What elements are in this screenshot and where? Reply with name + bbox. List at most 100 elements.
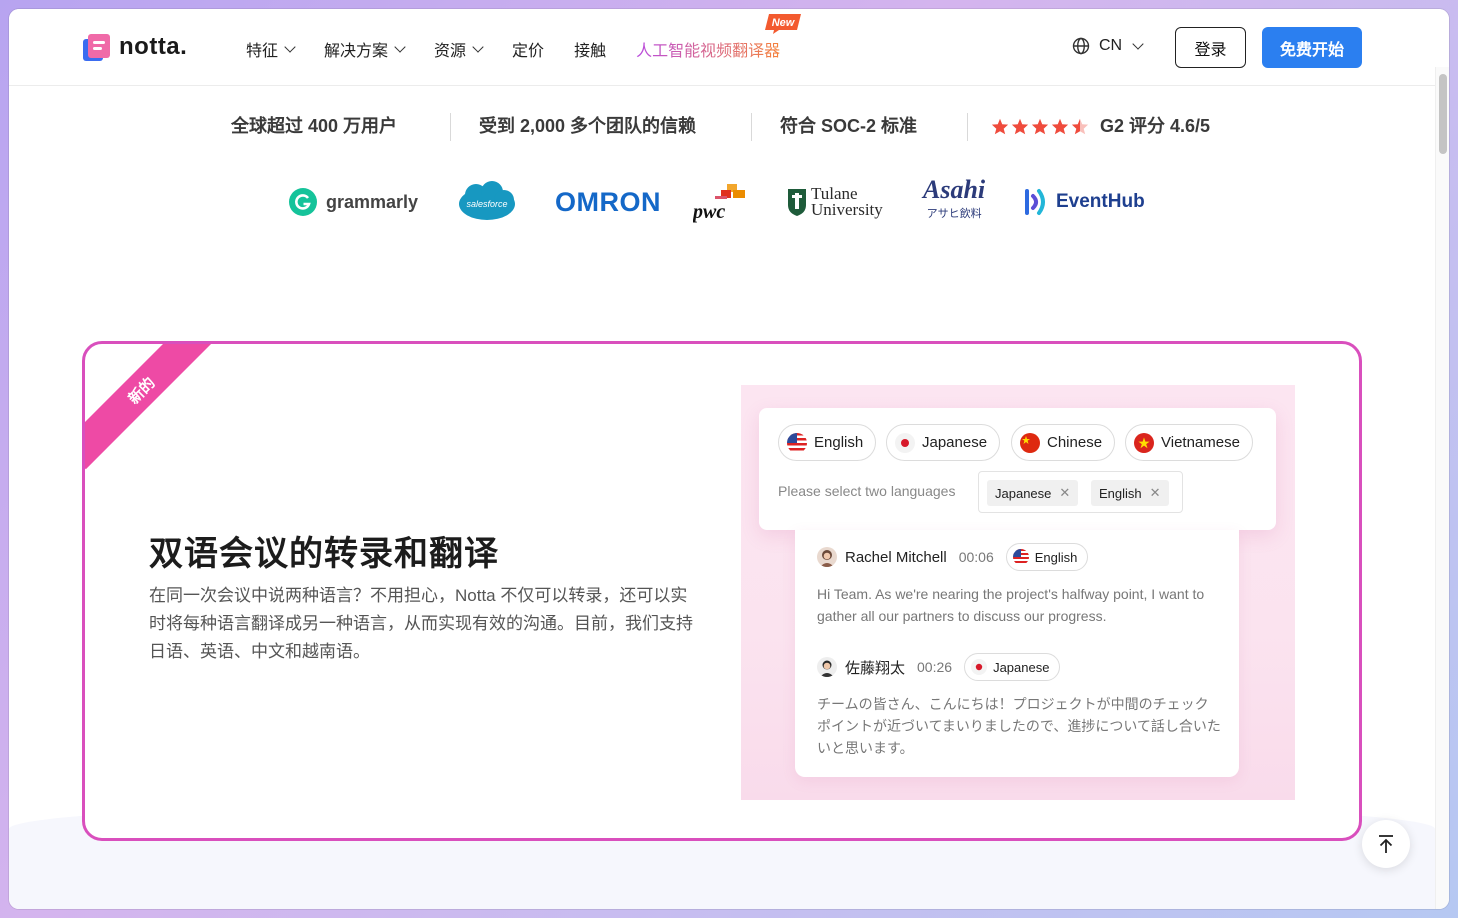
customer-logos: grammarly salesforce OMRON pwc Tulane Un… [9,174,1429,234]
ribbon-label: 新的 [85,344,212,470]
transcript-speaker-row: Rachel Mitchell 00:06 English [817,543,1089,571]
salesforce-text: salesforce [466,199,507,209]
pwc-logo: pwc [693,174,749,230]
eventhub-text: EventHub [1056,191,1145,212]
badge-label: English [1034,549,1078,565]
rating-stars [991,118,1089,135]
stat-soc2: 符合 SOC-2 标准 [780,116,918,136]
chevron-down-icon [284,41,296,53]
half-star-icon [1071,118,1089,135]
site-header: notta. 特征 解决方案 资源 定价 接触 人工智能视频翻译器 New CN… [9,9,1449,86]
salesforce-logo: salesforce [456,174,518,230]
new-ribbon: 新的 [85,344,212,471]
chip-label: Japanese [922,434,988,451]
timestamp: 00:06 [958,549,994,565]
language-selector[interactable]: CN [1072,37,1144,55]
main-nav: 特征 解决方案 资源 定价 接触 人工智能视频翻译器 [246,37,780,61]
china-flag-icon [1020,432,1040,453]
chip-label: Vietnamese [1161,434,1240,451]
language-badge: English [1005,543,1089,571]
scroll-to-top-button[interactable] [1362,820,1410,868]
nav-label: 接触 [574,43,607,60]
stat-users: 全球超过 400 万用户 [231,116,398,136]
tulane-shield-icon [788,189,806,216]
speaker-name: 佐藤翔太 [845,659,906,677]
star-icon [991,118,1009,135]
tag-label: Japanese [995,485,1052,501]
scrollbar[interactable] [1435,67,1449,909]
asahi-logo: Asahi アサヒ飲料 [923,174,985,230]
avatar [817,547,837,567]
timestamp: 00:26 [917,659,953,675]
tulane-logo: Tulane University [787,174,883,230]
close-icon[interactable]: ✕ [1150,485,1161,501]
browser-window: notta. 特征 解决方案 资源 定价 接触 人工智能视频翻译器 New CN… [9,9,1449,909]
eventhub-icon [1025,189,1045,215]
vietnam-flag-icon [1134,432,1154,453]
transcript-panel: Rachel Mitchell 00:06 English Hi Team. A… [795,530,1239,777]
grammarly-logo: grammarly [288,174,418,230]
language-chip-japanese[interactable]: Japanese [886,424,1001,461]
scrollbar-thumb[interactable] [1439,74,1447,154]
transcript-message: Hi Team. As we're nearing the project's … [817,586,1205,624]
language-chip-english[interactable]: English [778,424,877,461]
nav-item-solutions[interactable]: 解决方案 [324,37,406,61]
language-chip-chinese[interactable]: Chinese [1011,424,1116,461]
star-icon [1051,118,1069,135]
grammarly-text: grammarly [326,191,419,212]
us-flag-icon [1012,549,1029,565]
nav-label: 定价 [512,43,545,60]
start-free-button[interactable]: 免费开始 [1262,27,1362,68]
star-icon [1031,118,1049,135]
nav-item-ai-video-translator[interactable]: 人工智能视频翻译器 [636,37,780,61]
stat-g2-rating: G2 评分 4.6/5 [1100,116,1211,136]
transcript-message: チームの皆さん、こんにちは！プロジェクトが中間のチェックポイントが近づいてまいり… [817,696,1221,756]
feature-illustration: English Japanese Chinese Vietnamese Plea… [741,385,1295,800]
japan-flag-icon [895,432,915,453]
asahi-jp-text: アサヒ飲料 [926,208,982,220]
star-icon [1011,118,1029,135]
grammarly-icon [289,188,317,216]
globe-icon [1072,37,1090,55]
eventhub-logo: EventHub [1025,174,1145,230]
avatar [817,657,837,677]
divider [751,113,752,141]
selected-tag-japanese: Japanese ✕ [987,480,1079,506]
language-chip-vietnamese[interactable]: Vietnamese [1125,424,1253,461]
nav-label: 特征 [246,43,279,60]
chip-label: English [814,434,864,451]
close-icon[interactable]: ✕ [1059,485,1070,501]
select-languages-label: Please select two languages [778,483,956,499]
omron-logo: OMRON [555,174,661,230]
pwc-text: pwc [693,201,725,223]
stats-bar: 全球超过 400 万用户 受到 2,000 多个团队的信赖 符合 SOC-2 标… [9,113,1429,143]
tulane-university-text: University [811,200,883,219]
chevron-down-icon [1132,38,1144,50]
arrow-up-icon [1379,835,1393,853]
notta-logo[interactable]: notta. [81,31,187,63]
nav-item-contact[interactable]: 接触 [574,37,606,61]
nav-item-features[interactable]: 特征 [246,37,296,61]
divider [450,113,451,141]
chevron-down-icon [472,41,484,53]
nav-label: 解决方案 [324,43,389,60]
language-select[interactable]: Japanese ✕ English ✕ [978,471,1183,513]
speaker-name: Rachel Mitchell [845,548,947,566]
nav-item-resources[interactable]: 资源 [434,37,484,61]
new-badge-text: New [772,17,796,29]
nav-label: 资源 [434,43,467,60]
feature-card: 新的 双语会议的转录和翻译 在同一次会议中说两种语言？不用担心，Notta 不仅… [82,341,1362,841]
japan-flag-icon [971,659,988,675]
us-flag-icon [787,432,807,453]
language-badge: Japanese [964,653,1061,681]
selected-tag-english: English ✕ [1091,480,1169,506]
chevron-down-icon [394,41,406,53]
feature-description: 在同一次会议中说两种语言？不用担心，Notta 不仅可以转录，还可以实时将每种语… [149,586,693,661]
logo-text: notta. [119,33,188,60]
chip-label: Chinese [1047,434,1103,451]
login-button[interactable]: 登录 [1175,27,1246,68]
feature-title: 双语会议的转录和翻译 [149,535,499,573]
nav-item-pricing[interactable]: 定价 [512,37,544,61]
transcript-speaker-row: 佐藤翔太 00:26 Japanese [817,653,1061,681]
language-panel: English Japanese Chinese Vietnamese Plea… [759,408,1276,530]
